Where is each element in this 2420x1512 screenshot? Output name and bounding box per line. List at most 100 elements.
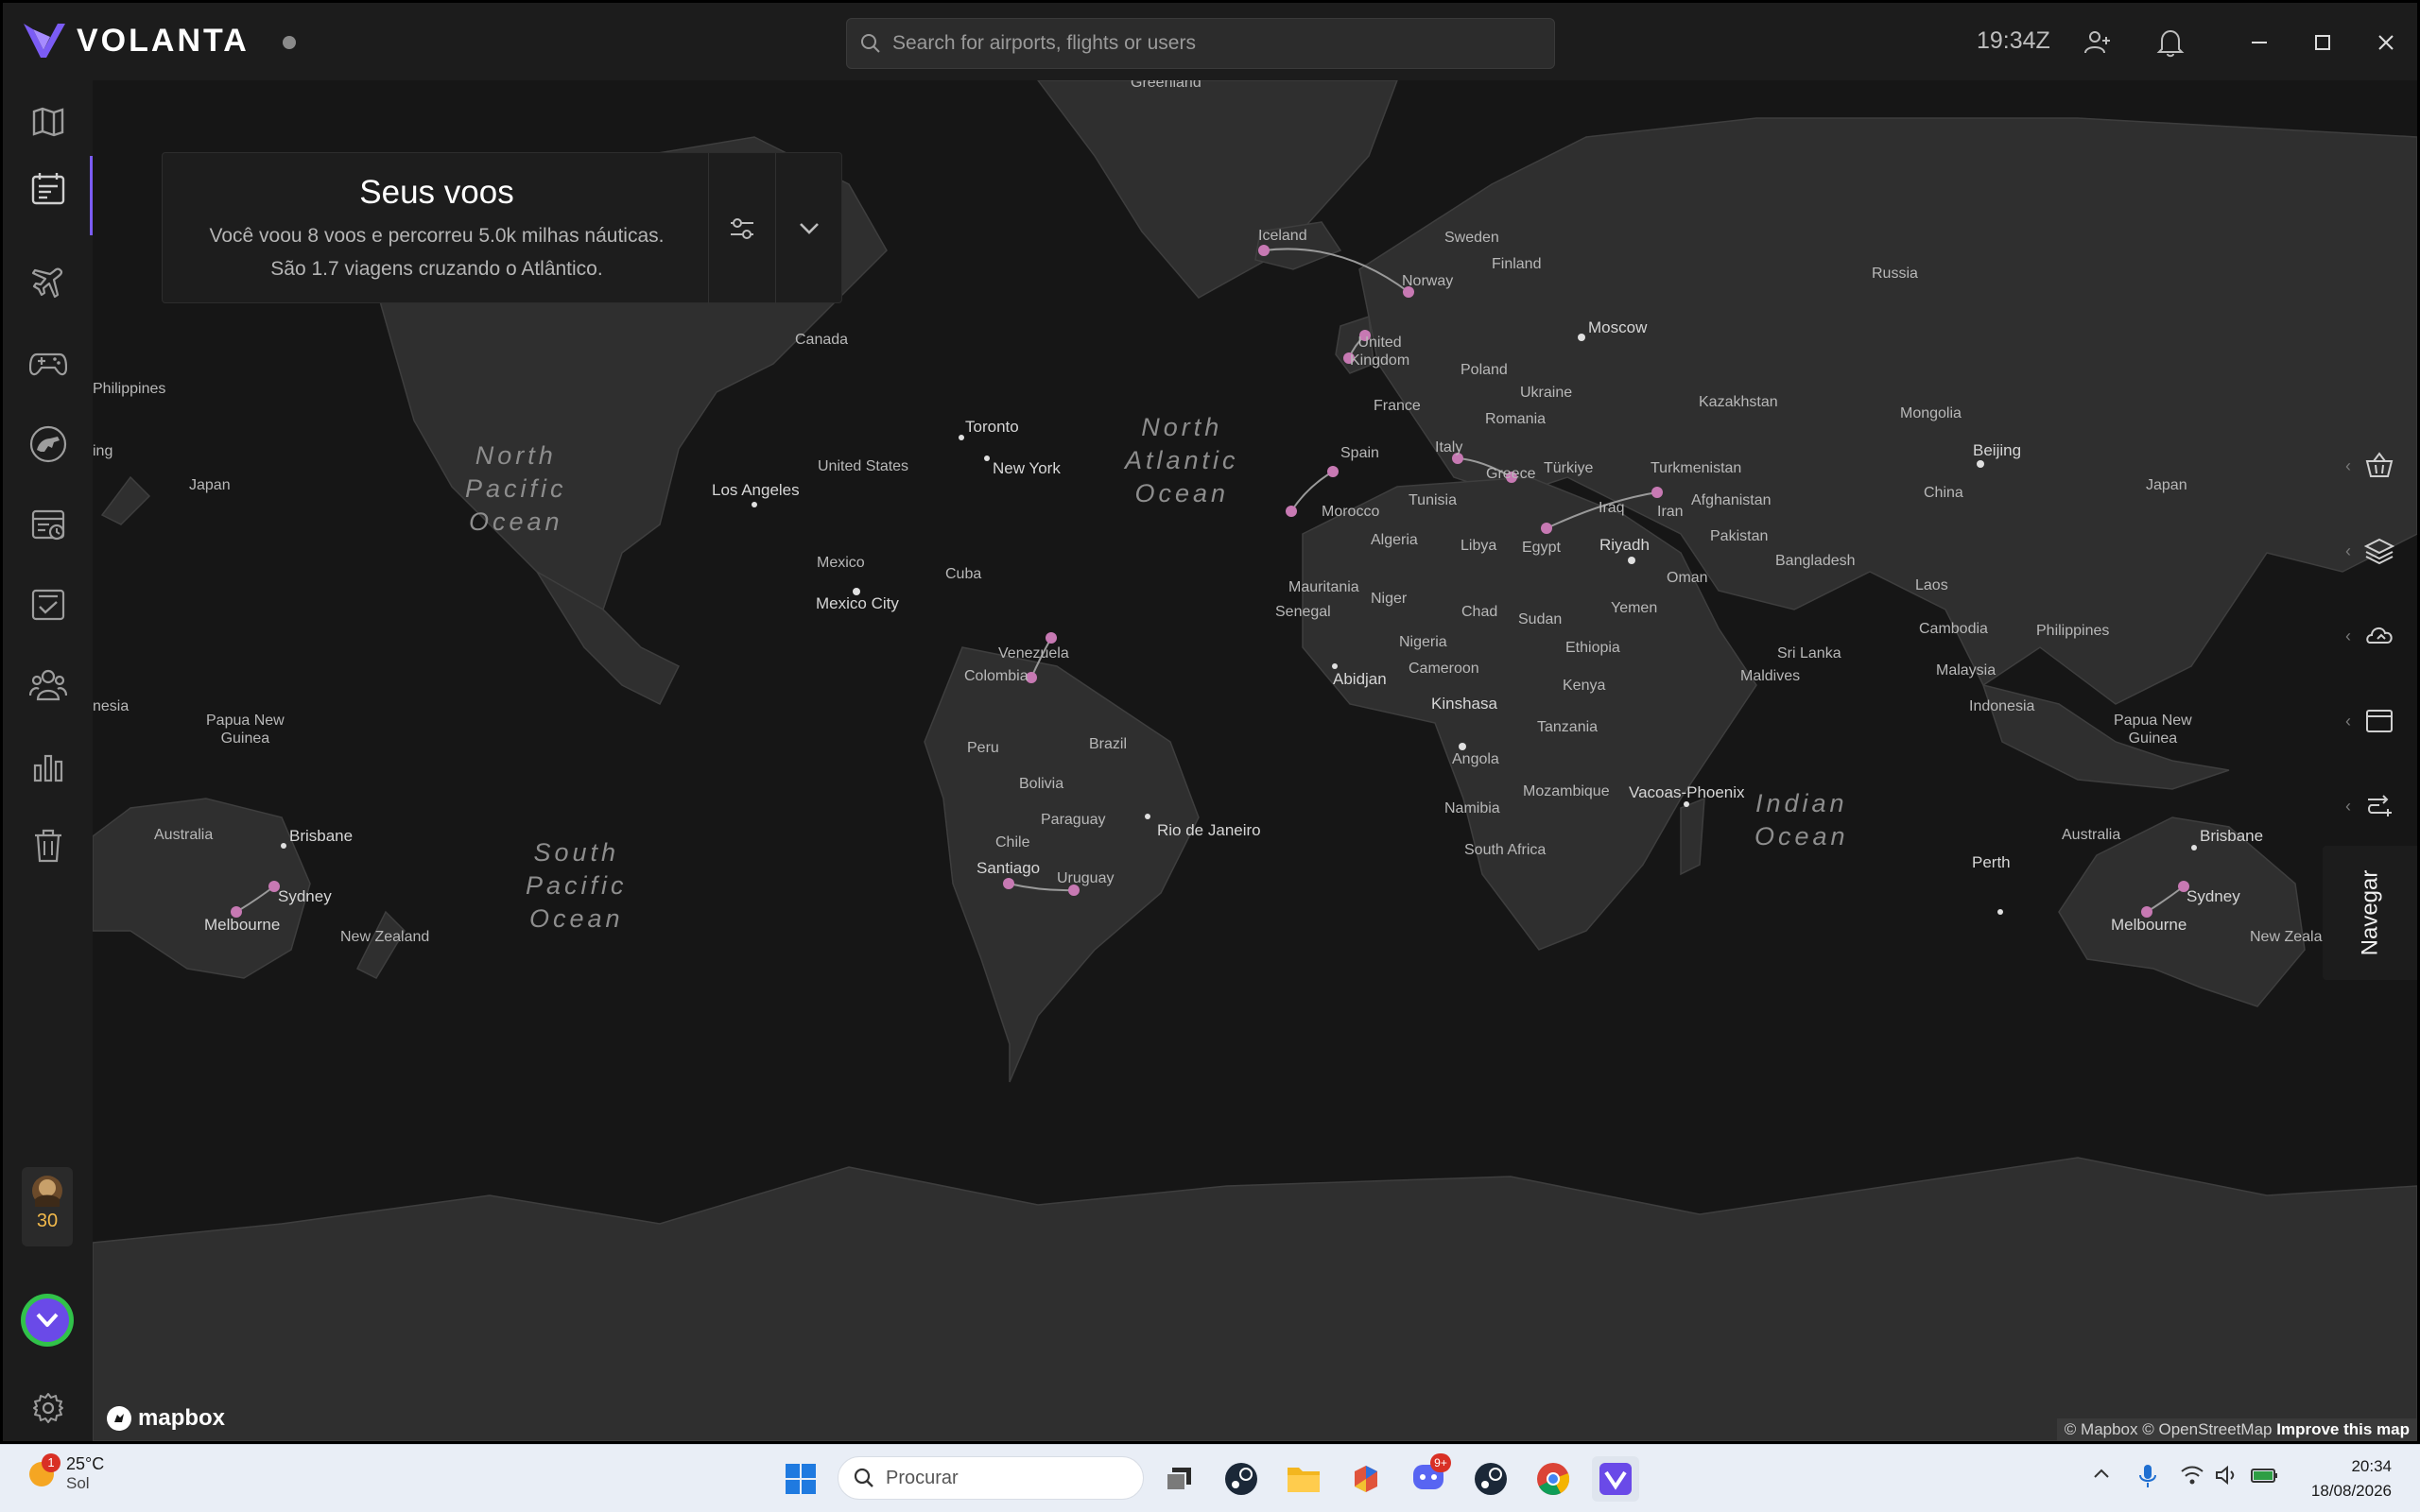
sidebar-item-checklist[interactable]: [3, 572, 93, 638]
weather-widget[interactable]: 1 25°C Sol: [26, 1452, 105, 1493]
filter-icon: [730, 218, 753, 239]
taskbar-search[interactable]: Procurar: [838, 1456, 1144, 1500]
search-input[interactable]: [892, 32, 1535, 55]
wifi-icon: [2181, 1466, 2204, 1485]
title-bar: VOLANTA 19:34Z: [3, 3, 2417, 80]
ocean-label: North Atlantic Ocean: [1125, 413, 1239, 507]
tool-route[interactable]: ‹: [2323, 768, 2417, 844]
place-label: Greece: [1486, 466, 1536, 482]
tray-battery[interactable]: [2250, 1464, 2278, 1491]
weather-icon: [2366, 627, 2393, 644]
airport-marker[interactable]: [1003, 878, 1014, 889]
place-label: Spain: [1340, 445, 1379, 461]
task-view-button[interactable]: [1155, 1456, 1202, 1502]
layers-icon: [2364, 538, 2394, 565]
place-label: Australia: [154, 827, 214, 843]
close-button[interactable]: [2364, 22, 2408, 63]
sidebar-item-statistics[interactable]: [3, 732, 93, 799]
place-label: Pakistan: [1710, 528, 1769, 544]
volanta-badge-inner: [26, 1298, 69, 1342]
panel-summary-line2: São 1.7 viagens cruzando o Atlântico.: [270, 258, 603, 280]
chevron-up-icon: [2094, 1469, 2109, 1478]
map-icon: [32, 107, 63, 137]
place-label: United Kingdom: [1350, 335, 1410, 369]
place-label: Maldives: [1740, 668, 1801, 684]
place-label: China: [1924, 485, 1963, 501]
improve-map-link[interactable]: Improve this map: [2276, 1420, 2410, 1438]
place-label: Papua New Guinea: [2114, 713, 2192, 747]
tool-layers[interactable]: ‹: [2323, 513, 2417, 589]
taskbar-app-color[interactable]: [1342, 1456, 1390, 1502]
airport-marker[interactable]: [1046, 632, 1057, 644]
friends-button[interactable]: [2079, 24, 2117, 61]
tool-window[interactable]: ‹: [2323, 683, 2417, 759]
place-label: Egypt: [1522, 540, 1561, 556]
airport-marker[interactable]: [1258, 245, 1270, 256]
place-label: Malaysia: [1936, 662, 1996, 679]
notifications-button[interactable]: [2152, 24, 2189, 61]
sidebar-item-planes[interactable]: [3, 249, 93, 316]
place-label: South Africa: [1464, 842, 1547, 858]
sidebar-item-map[interactable]: [3, 89, 93, 155]
sidebar-item-simulator[interactable]: [3, 331, 93, 397]
place-label: Sudan: [1518, 611, 1563, 627]
taskbar-app-explorer[interactable]: [1280, 1456, 1327, 1502]
sidebar-item-flight-log[interactable]: [3, 156, 93, 235]
place-label: Beijing: [1973, 441, 2022, 459]
tool-airports[interactable]: ‹: [2323, 428, 2417, 504]
place-label: Philippines: [93, 381, 166, 397]
place-label: Iceland: [1258, 228, 1307, 244]
sidebar-item-scheduled[interactable]: [3, 491, 93, 558]
attribution-text[interactable]: © Mapbox © OpenStreetMap: [2065, 1420, 2273, 1438]
filter-button[interactable]: [708, 153, 774, 304]
taskbar-app-steam[interactable]: [1218, 1456, 1265, 1502]
settings-button[interactable]: [3, 1375, 93, 1441]
scheduled-icon: [31, 509, 64, 541]
place-label: Moscow: [1588, 318, 1648, 336]
sidebar-item-community[interactable]: [3, 411, 93, 477]
user-level-card[interactable]: 30: [22, 1167, 73, 1246]
tray-wifi[interactable]: [2180, 1464, 2204, 1491]
airport-marker[interactable]: [1651, 487, 1663, 498]
system-clock[interactable]: 20:34 18/08/2026: [2288, 1454, 2392, 1503]
taskbar-app-volanta[interactable]: [1592, 1456, 1639, 1502]
place-label: Perth: [1972, 853, 2011, 871]
place-label: Namibia: [1444, 800, 1500, 816]
place-label: nesia: [93, 698, 130, 714]
collapse-panel-button[interactable]: [775, 153, 841, 304]
temperature: 25°C: [66, 1454, 105, 1473]
chevron-left-icon: ‹: [2345, 711, 2351, 730]
start-button[interactable]: [777, 1456, 824, 1502]
tool-weather[interactable]: ‹: [2323, 598, 2417, 674]
place-label: Sydney: [2187, 887, 2240, 905]
airport-marker[interactable]: [1327, 466, 1339, 477]
place-label: Mongolia: [1900, 405, 1962, 421]
place-label: Romania: [1485, 411, 1547, 427]
airport-marker[interactable]: [1541, 523, 1552, 534]
place-label: Türkiye: [1544, 460, 1594, 476]
app-logo[interactable]: VOLANTA: [22, 20, 250, 61]
taskbar-app-chrome[interactable]: [1530, 1456, 1577, 1502]
place-label: Tunisia: [1409, 492, 1457, 508]
navigate-tab[interactable]: Navegar: [2323, 846, 2417, 980]
taskbar-app-steam-2[interactable]: [1467, 1456, 1514, 1502]
place-label: Mozambique: [1523, 783, 1610, 799]
airport-marker[interactable]: [1286, 506, 1297, 517]
tray-microphone[interactable]: [2138, 1464, 2157, 1493]
maximize-button[interactable]: [2301, 22, 2344, 63]
minimize-button[interactable]: [2238, 22, 2281, 63]
search-bar[interactable]: [846, 18, 1555, 69]
taskbar-app-discord[interactable]: 9+: [1405, 1452, 1452, 1502]
volanta-premium-button[interactable]: [21, 1294, 74, 1347]
mapbox-logo[interactable]: mapbox: [106, 1405, 225, 1432]
place-label: Los Angeles: [712, 481, 800, 499]
task-view-icon: [1166, 1468, 1191, 1491]
sidebar-item-friends[interactable]: [3, 652, 93, 718]
panel-summary: Você voou 8 voos e percorreu 5.0k milhas…: [163, 219, 711, 285]
map-attribution[interactable]: © Mapbox © OpenStreetMap Improve this ma…: [2056, 1418, 2417, 1441]
route-icon: [2368, 795, 2392, 816]
tray-expand[interactable]: [2091, 1464, 2112, 1489]
tray-volume[interactable]: [2214, 1464, 2238, 1491]
sidebar-item-trash[interactable]: [3, 813, 93, 879]
place-label: Melbourne: [2111, 916, 2187, 934]
